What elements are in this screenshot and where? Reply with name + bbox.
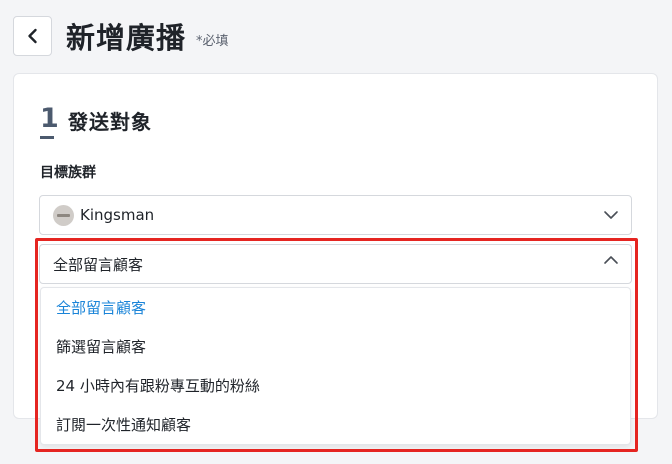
audience-select[interactable]: 全部留言顧客	[39, 244, 632, 284]
dropdown-option-one-time-notification[interactable]: 訂閱一次性通知顧客	[41, 405, 630, 444]
target-audience-label: 目標族群	[40, 165, 96, 181]
dropdown-option-all-commenters[interactable]: 全部留言顧客	[41, 288, 630, 327]
step-title: 發送對象	[68, 110, 152, 134]
page-title: 新增廣播	[66, 21, 187, 55]
page-avatar	[53, 204, 74, 226]
dropdown-option-recent-interactions[interactable]: 24 小時內有跟粉專互動的粉絲	[41, 366, 630, 405]
page-select[interactable]: Kingsman	[39, 195, 632, 235]
audience-dropdown-menu: 全部留言顧客 篩選留言顧客 24 小時內有跟粉專互動的粉絲 訂閱一次性通知顧客	[40, 287, 631, 445]
audience-select-value: 全部留言顧客	[53, 255, 144, 274]
step-header: 1 發送對象	[40, 104, 152, 139]
page-select-value: Kingsman	[80, 206, 155, 224]
step-number: 1	[40, 104, 59, 139]
back-button[interactable]	[13, 16, 52, 56]
page-header: 新增廣播 *必填	[13, 15, 229, 57]
chevron-down-icon	[604, 211, 618, 219]
dropdown-option-filtered-commenters[interactable]: 篩選留言顧客	[41, 327, 630, 366]
required-note: *必填	[196, 33, 229, 49]
chevron-left-icon	[27, 28, 37, 44]
chevron-up-icon	[604, 256, 618, 264]
